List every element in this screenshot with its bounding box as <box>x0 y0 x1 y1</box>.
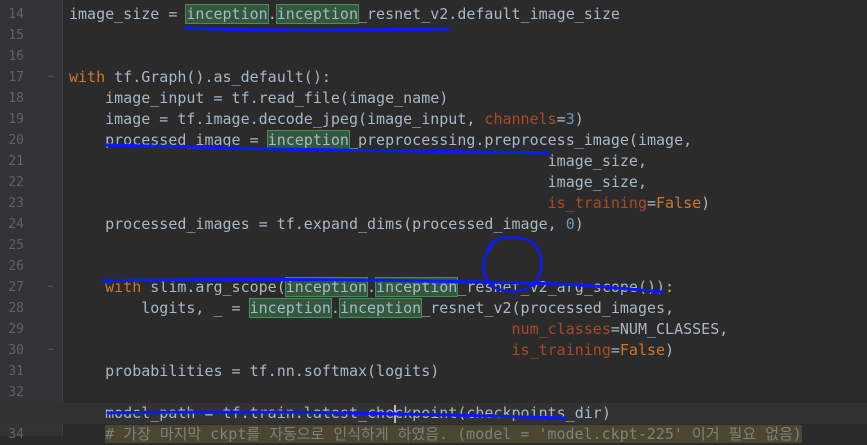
underline-annotation-line-20 <box>104 143 550 155</box>
underline-annotation-line-34 <box>106 410 567 420</box>
pen-annotations <box>101 26 664 420</box>
code-editor[interactable]: 1415161718192021222324252627282930313233… <box>0 0 867 443</box>
underline-annotation-line-14 <box>184 26 450 32</box>
underline-annotation-line-27 <box>101 278 664 294</box>
